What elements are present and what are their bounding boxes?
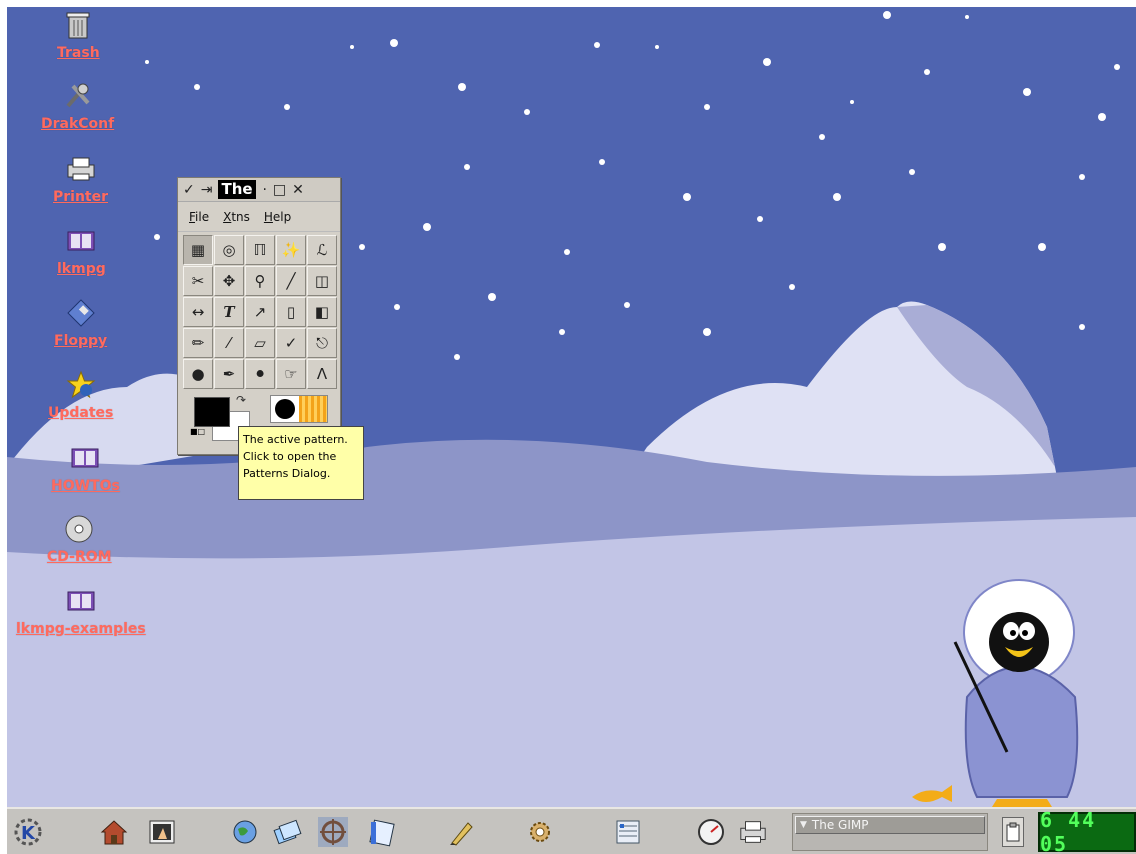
tooltip: The active pattern. Click to open the Pa… (238, 426, 364, 500)
taskbar-task-list: ▼ The GIMP (792, 813, 988, 851)
swap-colors-icon[interactable]: ↷ (236, 393, 246, 407)
desktop-icon-printer[interactable]: Printer (53, 153, 108, 205)
magnify-icon[interactable]: ⚲ (245, 266, 275, 296)
pencil-icon[interactable]: ✏ (183, 328, 213, 358)
desktop-icon-label: lkmpg-examples (16, 621, 146, 637)
gimp-toolbox-window[interactable]: ✓ ⇥ The · □ ✕ File Xtns Help ▦ ◎ ℿ ✨ ℒ ✂… (177, 177, 341, 455)
task-menu-icon: ▼ (800, 820, 807, 830)
color-picker-icon[interactable]: ↗ (245, 297, 275, 327)
window-menu-icon[interactable]: ✓ (183, 183, 195, 197)
desktop-icon-drakconf[interactable]: DrakConf (41, 80, 114, 132)
book-icon (68, 442, 102, 474)
bezier-select-icon[interactable]: ℒ (307, 235, 337, 265)
clock[interactable]: 6 44 05 (1038, 808, 1136, 854)
book-icon (64, 585, 98, 617)
crop-icon[interactable]: ╱ (276, 266, 306, 296)
ellipse-select-icon[interactable]: ◎ (214, 235, 244, 265)
desktop-icon-cdrom[interactable]: CD-ROM (47, 513, 112, 565)
editor-icon[interactable] (444, 815, 478, 849)
blend-icon[interactable]: ◧ (307, 297, 337, 327)
convolve-icon[interactable]: ● (183, 359, 213, 389)
menu-file[interactable]: File (189, 210, 209, 224)
tools-icon (61, 80, 95, 112)
konqueror-icon[interactable] (316, 815, 350, 849)
fuzzy-select-icon[interactable]: ✨ (276, 235, 306, 265)
airbrush-icon[interactable]: ✓ (276, 328, 306, 358)
close-icon[interactable]: ✕ (292, 183, 304, 197)
desktop-icon-updates[interactable]: Updates (48, 369, 113, 421)
smudge-icon[interactable]: ☞ (276, 359, 306, 389)
printer-icon[interactable] (736, 815, 770, 849)
svg-text:K: K (21, 823, 36, 844)
window-title: The (218, 180, 257, 199)
desktop-icon-label: CD-ROM (47, 549, 112, 565)
pin-icon[interactable]: ⇥ (201, 183, 213, 197)
bucket-fill-icon[interactable]: ▯ (276, 297, 306, 327)
desktop-icon-label: Floppy (54, 333, 108, 349)
dodge-burn-icon[interactable]: ⚫ (245, 359, 275, 389)
desktop-icon-label: Printer (53, 189, 109, 205)
desktop-icon-floppy[interactable]: Floppy (54, 297, 107, 349)
minimize-icon[interactable]: · (262, 183, 266, 197)
menu-help[interactable]: Help (264, 210, 291, 224)
window-titlebar[interactable]: ✓ ⇥ The · □ ✕ (178, 178, 340, 202)
tool-grid: ▦ ◎ ℿ ✨ ℒ ✂ ✥ ⚲ ╱ ◫ ↔ T ↗ ▯ ◧ ✏ ⁄ ▱ ✓ ⎋ … (183, 235, 337, 389)
desktop-icon[interactable] (145, 815, 179, 849)
default-colors-icon[interactable]: ■□ (190, 427, 205, 436)
tooltip-line: Patterns Dialog. (243, 467, 331, 480)
task-button-gimp[interactable]: ▼ The GIMP (795, 816, 985, 834)
printer-icon (64, 153, 98, 185)
menu-xtns[interactable]: Xtns (223, 210, 250, 224)
desktop-icon-label: Trash (57, 45, 100, 61)
tooltip-line: Click to open the (243, 450, 337, 463)
brush-pattern-area (270, 395, 328, 423)
desktop-icon-lkmpg-examples[interactable]: lkmpg-examples (16, 585, 146, 637)
book-icon (64, 225, 98, 257)
text-icon[interactable]: T (214, 297, 244, 327)
system-monitor-icon[interactable] (694, 815, 728, 849)
trash-icon (61, 9, 95, 41)
scissors-icon[interactable]: ✂ (183, 266, 213, 296)
free-select-icon[interactable]: ℿ (245, 235, 275, 265)
desktop-icon-label: Updates (48, 405, 114, 421)
move-icon[interactable]: ✥ (214, 266, 244, 296)
maximize-icon[interactable]: □ (273, 183, 286, 197)
desktop-icon-lkmpg[interactable]: lkmpg (57, 225, 106, 277)
active-brush-button[interactable] (271, 396, 299, 422)
home-icon[interactable] (97, 815, 131, 849)
notes-icon[interactable] (365, 815, 399, 849)
flip-icon[interactable]: ↔ (183, 297, 213, 327)
rect-select-icon[interactable]: ▦ (183, 235, 213, 265)
menubar: File Xtns Help (178, 202, 340, 232)
desktop-icon-label: HOWTOs (51, 478, 120, 494)
snow-field (7, 517, 1136, 807)
k-menu-icon[interactable]: K (11, 815, 45, 849)
measure-icon[interactable]: Λ (307, 359, 337, 389)
settings-icon[interactable] (523, 815, 557, 849)
taskbar: K ▼ The GIMP 6 44 05 (7, 807, 1136, 854)
window-list-icon[interactable] (270, 815, 304, 849)
foreground-color-swatch[interactable] (194, 397, 230, 427)
eraser-icon[interactable]: ▱ (245, 328, 275, 358)
tooltip-line: The active pattern. (243, 433, 348, 446)
desktop-icon-howtos[interactable]: HOWTOs (51, 442, 120, 494)
star-icon (64, 369, 98, 401)
desktop-icon-label: lkmpg (57, 261, 106, 277)
cdrom-icon (62, 513, 96, 545)
task-label: The GIMP (811, 818, 869, 832)
desktop-icon-label: DrakConf (41, 116, 115, 132)
kpackage-icon[interactable] (611, 815, 645, 849)
active-pattern-button[interactable] (299, 396, 327, 422)
ink-icon[interactable]: ✒ (214, 359, 244, 389)
globe-icon[interactable] (228, 815, 262, 849)
transform-icon[interactable]: ◫ (307, 266, 337, 296)
clone-icon[interactable]: ⎋ (307, 328, 337, 358)
floppy-icon (64, 297, 98, 329)
brush-preview-icon (275, 399, 295, 419)
clipboard-icon[interactable] (1002, 817, 1024, 847)
desktop-icon-trash[interactable]: Trash (57, 9, 100, 61)
paintbrush-icon[interactable]: ⁄ (214, 328, 244, 358)
